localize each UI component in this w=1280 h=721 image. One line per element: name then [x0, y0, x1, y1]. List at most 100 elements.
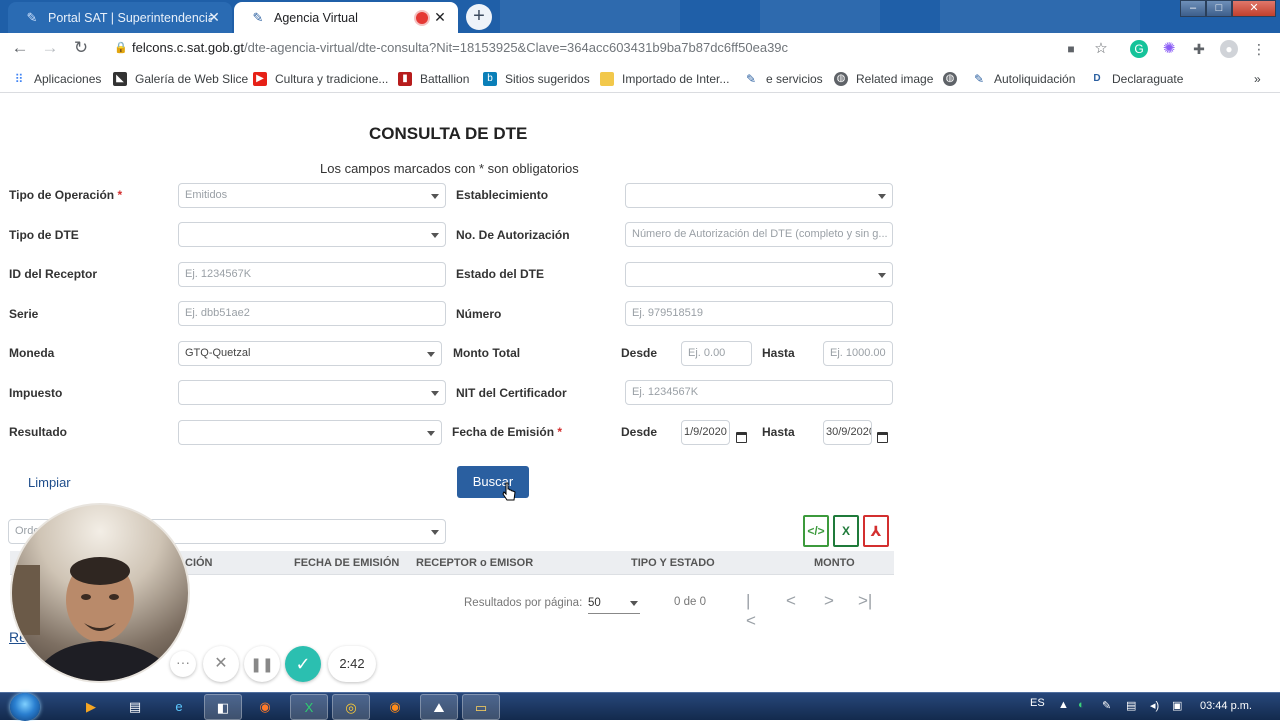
reload-icon[interactable]: ↻ [71, 38, 91, 58]
select-value: GTQ-Quetzal [185, 347, 251, 359]
download-pdf-icon[interactable]: ⅄ [863, 515, 889, 547]
browser-tab-strip: ✎ Portal SAT | Superintendencia de ✕ ✎ A… [0, 0, 1280, 33]
bookmark-battallion[interactable]: ▮ Battallion [398, 70, 469, 88]
establecimiento-select[interactable] [625, 183, 893, 208]
minimize-window-button[interactable]: – [1180, 0, 1206, 17]
chrome-taskbar-icon[interactable]: ◎ [332, 694, 370, 720]
back-arrow-icon[interactable]: ← [10, 38, 30, 58]
prev-page-icon[interactable]: < [786, 591, 796, 611]
camera-icon[interactable]: ■ [1062, 40, 1080, 58]
bookmark-related-image[interactable]: ◍ Related image [834, 70, 933, 88]
system-clock[interactable]: 03:44 p.m. [1200, 700, 1252, 712]
new-tab-button[interactable]: + [466, 4, 492, 30]
start-button[interactable] [10, 693, 40, 721]
profile-avatar-icon[interactable]: ● [1220, 40, 1238, 58]
document-icon[interactable]: ▤ [116, 694, 154, 720]
extensions-puzzle-icon[interactable]: ✚ [1190, 40, 1208, 58]
bookmark-e-servicios[interactable]: ✎ e servicios [744, 70, 823, 88]
sync-icon[interactable]: ◐ [1078, 699, 1085, 711]
finish-recording-icon[interactable]: ✓ [285, 646, 321, 682]
nit-certificador-input[interactable]: Ej. 1234567K [625, 380, 893, 405]
monto-desde-input[interactable]: Ej. 0.00 [681, 341, 752, 366]
estado-dte-select[interactable] [625, 262, 893, 287]
fecha-desde-input[interactable]: 1/9/2020 [681, 420, 730, 445]
language-indicator[interactable]: ES [1030, 697, 1045, 709]
bookmark-declaraguate[interactable]: D Declaraguate [1090, 70, 1183, 88]
column-header-tipo-estado[interactable]: TIPO Y ESTADO [631, 557, 715, 569]
firefox-alt-icon[interactable]: ◉ [376, 694, 414, 720]
bookmark-importado[interactable]: Importado de Inter... [600, 70, 729, 88]
bookmark-label: Aplicaciones [34, 72, 102, 86]
more-options-icon[interactable]: ··· [170, 651, 196, 677]
first-page-icon[interactable]: |< [746, 591, 756, 631]
excel-taskbar-icon[interactable]: X [290, 694, 328, 720]
search-button[interactable]: Buscar [457, 466, 529, 498]
close-window-button[interactable]: ✕ [1232, 0, 1276, 17]
download-excel-icon[interactable]: X [833, 515, 859, 547]
recording-indicator-icon [416, 12, 428, 24]
tab-portal-sat[interactable]: ✎ Portal SAT | Superintendencia de ✕ [8, 2, 232, 33]
close-tab-icon[interactable]: ✕ [432, 9, 448, 25]
numero-input[interactable]: Ej. 979518519 [625, 301, 893, 326]
outlook-icon[interactable]: ◧ [204, 694, 242, 720]
forward-arrow-icon[interactable]: → [40, 38, 60, 58]
column-header-receptor-emisor[interactable]: RECEPTOR o EMISOR [416, 557, 533, 569]
grammarly-icon[interactable]: G [1130, 40, 1148, 58]
column-header-fecha-emision[interactable]: FECHA DE EMISIÓN [294, 557, 399, 569]
tipo-dte-select[interactable] [178, 222, 446, 247]
bookmark-web-slice[interactable]: ◣ Galería de Web Slice [113, 70, 248, 88]
sat-logo-icon: ✎ [973, 72, 985, 86]
bookmark-autoliquidacion[interactable]: ✎ Autoliquidación [972, 70, 1075, 88]
bookmark-cultura[interactable]: ▶ Cultura y tradicione... [253, 70, 388, 88]
close-tab-icon[interactable]: ✕ [206, 9, 222, 25]
column-header-monto[interactable]: MONTO [814, 557, 855, 569]
serie-input[interactable]: Ej. dbb51ae2 [178, 301, 446, 326]
network-icon[interactable]: ▣ [1172, 699, 1182, 712]
caret-down-icon [878, 194, 886, 199]
clear-link[interactable]: Limpiar [28, 475, 71, 490]
bookmark-globe[interactable]: ◍ [943, 70, 965, 88]
calendar-icon[interactable] [736, 432, 747, 443]
moneda-select[interactable]: GTQ-Quetzal [178, 341, 442, 366]
monto-hasta-input[interactable]: Ej. 1000.00 [823, 341, 893, 366]
cancel-recording-icon[interactable]: ✕ [203, 646, 239, 682]
id-receptor-input[interactable]: Ej. 1234567K [178, 262, 446, 287]
webcam-overlay [10, 503, 190, 683]
media-player-icon[interactable]: ▶ [72, 694, 110, 720]
impuesto-label: Impuesto [9, 386, 63, 400]
impuesto-select[interactable] [178, 380, 446, 405]
results-per-page-select[interactable]: 50 [588, 594, 640, 614]
network-app-icon[interactable]: ⛰ [420, 694, 458, 720]
bookmark-label: Battallion [420, 72, 470, 86]
bookmark-label: Related image [856, 72, 934, 86]
tray-window-icon[interactable]: ▤ [1126, 699, 1136, 712]
bookmark-apps[interactable]: ⠿ Aplicaciones [12, 70, 102, 88]
tab-agencia-virtual[interactable]: ✎ Agencia Virtual ✕ [234, 2, 458, 33]
next-page-icon[interactable]: > [824, 591, 834, 611]
file-explorer-icon[interactable]: ▭ [462, 694, 500, 720]
globe-icon: ◍ [943, 72, 957, 86]
pause-recording-icon[interactable]: ❚❚ [244, 646, 280, 682]
show-hidden-icons-icon[interactable]: ▲ [1058, 699, 1069, 711]
address-bar[interactable]: 🔒 felcons.c.sat.gob.gt/dte-agencia-virtu… [104, 36, 1118, 60]
maximize-window-button[interactable]: □ [1206, 0, 1232, 17]
caret-down-icon [427, 431, 435, 436]
extension-flower-icon[interactable]: ✺ [1160, 40, 1178, 58]
menu-kebab-icon[interactable]: ⋮ [1250, 40, 1268, 58]
bookmark-sitios-sugeridos[interactable]: b Sitios sugeridos [483, 70, 590, 88]
more-bookmarks-button[interactable]: » [1254, 70, 1261, 88]
numero-label: Número [456, 307, 502, 321]
fecha-hasta-input[interactable]: 30/9/2020 [823, 420, 872, 445]
resultado-select[interactable] [178, 420, 442, 445]
volume-icon[interactable]: ◂) [1150, 699, 1159, 712]
tray-app-icon[interactable]: ✎ [1102, 699, 1111, 712]
calendar-icon[interactable] [877, 432, 888, 443]
no-autorizacion-input[interactable]: Número de Autorización del DTE (completo… [625, 222, 893, 247]
download-xml-icon[interactable]: </> [803, 515, 829, 547]
firefox-icon[interactable]: ◉ [246, 694, 284, 720]
tipo-operacion-select[interactable]: Emitidos [178, 183, 446, 208]
last-page-icon[interactable]: >| [858, 591, 872, 611]
internet-explorer-icon[interactable]: e [160, 694, 198, 720]
caret-down-icon [431, 530, 439, 535]
bookmark-star-icon[interactable]: ☆ [1092, 40, 1110, 58]
